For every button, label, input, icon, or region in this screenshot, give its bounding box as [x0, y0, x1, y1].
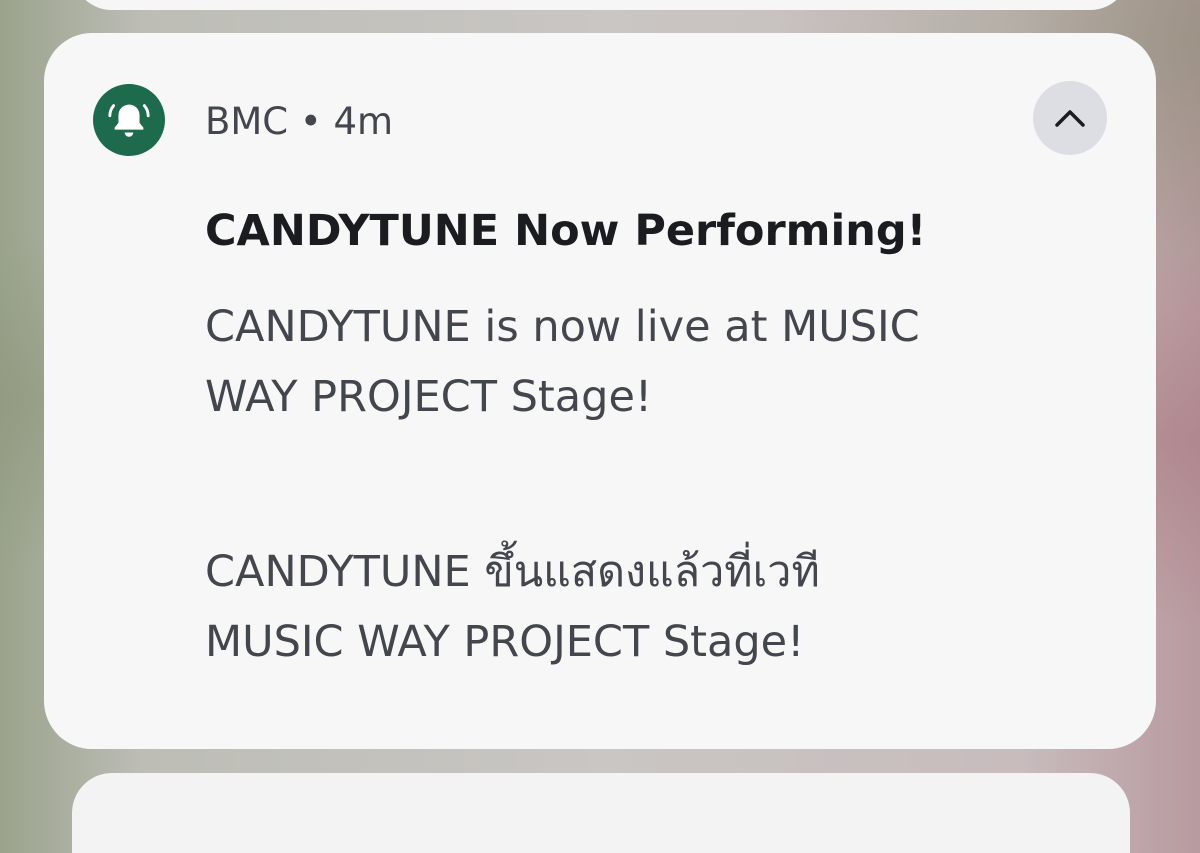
- body-line: CANDYTUNE ขึ้นแสดงแล้วที่เวที: [205, 547, 820, 597]
- body-line: WAY PROJECT Stage!: [205, 372, 653, 422]
- previous-notification-card[interactable]: [72, 0, 1130, 10]
- app-icon: [93, 84, 165, 156]
- body-line: CANDYTUNE is now live at MUSIC: [205, 302, 920, 352]
- notification-body-thai: CANDYTUNE ขึ้นแสดงแล้วที่เวที MUSIC WAY …: [205, 537, 1105, 677]
- next-notification-card[interactable]: [72, 773, 1130, 853]
- collapse-button[interactable]: [1033, 81, 1107, 155]
- notification-body-english: CANDYTUNE is now live at MUSIC WAY PROJE…: [205, 292, 1105, 432]
- bell-icon: [108, 104, 150, 137]
- notification-title: CANDYTUNE Now Performing!: [205, 206, 927, 256]
- notification-header: BMC • 4m: [205, 100, 394, 143]
- body-line: MUSIC WAY PROJECT Stage!: [205, 617, 805, 667]
- chevron-up-icon: [1055, 110, 1085, 127]
